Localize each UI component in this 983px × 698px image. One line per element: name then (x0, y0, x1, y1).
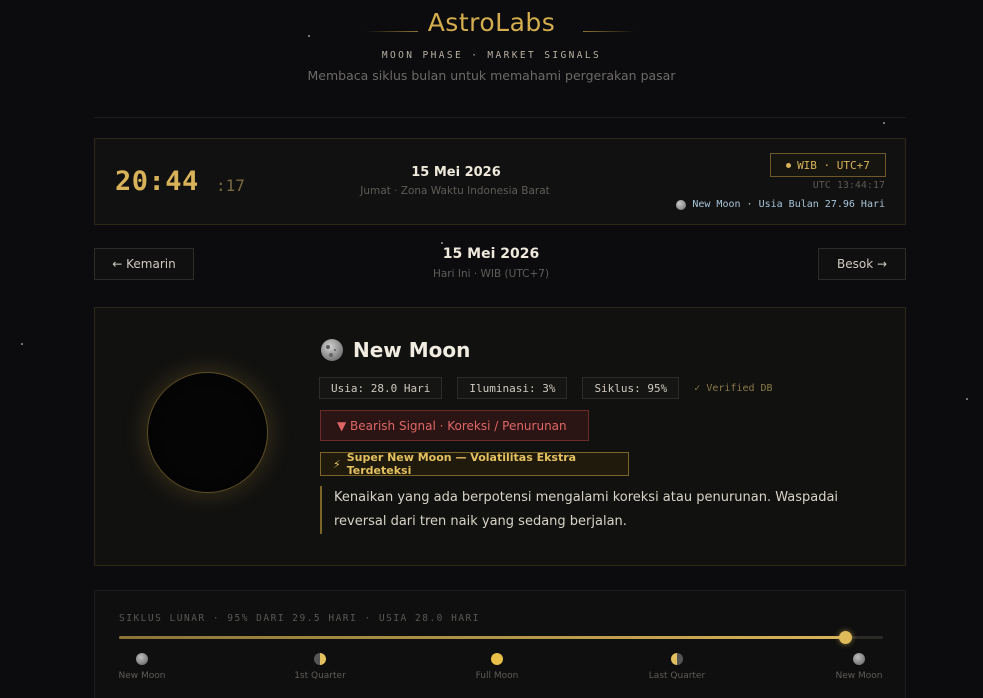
moon-info: New Moon · Usia Bulan 27.96 Hari (676, 199, 885, 210)
utc-time: UTC 13:44:17 (812, 180, 885, 191)
clock-panel: 20:44 :17 15 Mei 2026 Jumat · Zona Waktu… (94, 138, 906, 225)
milestone-first-quarter: 1st Quarter (280, 653, 360, 681)
new-moon-icon (321, 339, 343, 361)
nav-date-subtitle: Hari Ini · WIB (UTC+7) (432, 268, 550, 280)
clock-seconds: :17 (216, 176, 245, 195)
new-moon-icon (853, 653, 865, 665)
moon-disc-icon (147, 372, 268, 493)
tagline: MOON PHASE · MARKET SIGNALS (381, 50, 602, 61)
timezone-badge[interactable]: WIB · UTC+7 (770, 153, 886, 177)
cycle-progress-knob[interactable] (838, 631, 852, 644)
moon-info-text: New Moon · Usia Bulan 27.96 Hari (692, 199, 885, 210)
nav-date: 15 Mei 2026 (442, 246, 540, 262)
subtitle: Membaca siklus bulan untuk memahami perg… (307, 68, 676, 83)
milestone-new-moon-end: New Moon (819, 653, 899, 681)
moon-icon (676, 199, 687, 210)
milestone-label: New Moon (835, 671, 883, 681)
brand-title: AstroLabs (427, 8, 556, 37)
cycle-progress-track (119, 631, 883, 644)
clock-time: 20:44 (115, 166, 199, 197)
stat-cycle: Siklus: 95% (582, 377, 680, 399)
milestone-label: New Moon (118, 671, 166, 681)
cycle-progress-fill (119, 636, 845, 639)
phase-title: New Moon (321, 338, 470, 362)
bearish-signal-badge: ▼ Bearish Signal · Koreksi / Penurunan (320, 410, 589, 441)
super-moon-label: Super New Moon — Volatilitas Ekstra Terd… (346, 451, 577, 477)
moon-phase-card: New Moon Usia: 28.0 Hari Iluminasi: 3% S… (94, 307, 906, 566)
lunar-cycle-panel: SIKLUS LUNAR · 95% DARI 29.5 HARI · USIA… (94, 590, 906, 698)
stat-age: Usia: 28.0 Hari (319, 377, 443, 399)
new-moon-icon (136, 653, 148, 665)
prev-day-button[interactable]: ← Kemarin (94, 248, 194, 280)
milestone-full-moon: Full Moon (457, 653, 537, 681)
status-dot-icon (786, 162, 792, 168)
milestone-label: Full Moon (475, 671, 519, 681)
full-moon-icon (491, 653, 503, 665)
milestone-new-moon: New Moon (102, 653, 182, 681)
lightning-icon: ⚡ (333, 457, 341, 471)
first-quarter-icon (314, 653, 326, 665)
header-divider (94, 117, 906, 118)
next-day-button[interactable]: Besok → (818, 248, 906, 280)
timezone-label: WIB · UTC+7 (797, 158, 870, 172)
phase-stats: Usia: 28.0 Hari Iluminasi: 3% Siklus: 95… (319, 377, 773, 399)
phase-name: New Moon (353, 338, 471, 362)
phase-description: Kenaikan yang ada berpotensi mengalami k… (320, 486, 890, 534)
milestone-label: Last Quarter (648, 671, 706, 681)
stat-illumination: Iluminasi: 3% (457, 377, 568, 399)
milestone-last-quarter: Last Quarter (637, 653, 717, 681)
verified-badge: ✓ Verified DB (694, 382, 773, 394)
clock-date: 15 Mei 2026 (411, 165, 501, 180)
clock-day-zone: Jumat · Zona Waktu Indonesia Barat (360, 185, 550, 197)
brand-divider-right (583, 31, 635, 32)
last-quarter-icon (671, 653, 683, 665)
cycle-label: SIKLUS LUNAR · 95% DARI 29.5 HARI · USIA… (119, 613, 480, 624)
milestone-label: 1st Quarter (294, 671, 346, 681)
super-moon-badge: ⚡ Super New Moon — Volatilitas Ekstra Te… (320, 451, 629, 477)
